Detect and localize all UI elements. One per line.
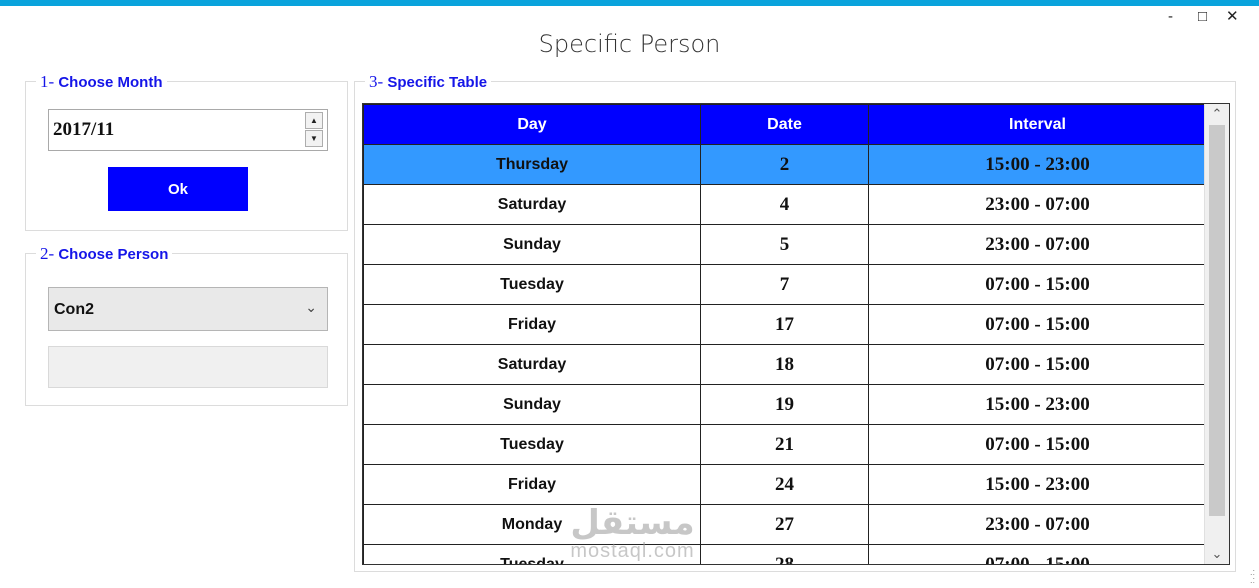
cell-interval[interactable]: 07:00 - 15:00 [868,424,1207,465]
cell-day[interactable]: Monday [363,504,701,545]
table-row[interactable]: Tuesday 21 07:00 - 15:00 [363,424,1207,465]
cell-date[interactable]: 18 [700,344,869,385]
specific-table-group: 3- Specific Table Day Date Interval Thur… [354,73,1236,572]
title-bar-accent [0,0,1259,6]
resize-grip-icon[interactable]: .:.: [1250,568,1255,585]
table-row[interactable]: Friday 24 15:00 - 23:00 [363,464,1207,505]
cell-date[interactable]: 27 [700,504,869,545]
table-row[interactable]: Tuesday 28 07:00 - 15:00 [363,544,1207,564]
cell-date[interactable]: 19 [700,384,869,425]
month-spinner: ▲ ▼ [305,112,323,148]
month-value[interactable]: 2017/11 [53,119,114,141]
cell-date[interactable]: 17 [700,304,869,345]
month-picker[interactable]: 2017/11 ▲ ▼ [48,109,328,151]
table-row[interactable]: Saturday 18 07:00 - 15:00 [363,344,1207,385]
spin-down-icon[interactable]: ▼ [305,130,323,147]
person-select-value: Con2 [54,301,94,318]
scroll-up-icon[interactable]: ⌃ [1205,106,1229,122]
choose-person-number: 2- [40,244,55,263]
cell-interval[interactable]: 23:00 - 07:00 [868,224,1207,265]
scrollbar-thumb[interactable] [1209,125,1225,516]
cell-interval[interactable]: 23:00 - 07:00 [868,504,1207,545]
cell-day[interactable]: Tuesday [363,544,701,564]
choose-person-group: 2- Choose Person Con2 ⌄ [25,245,348,406]
cell-interval[interactable]: 15:00 - 23:00 [868,144,1207,185]
spin-up-icon[interactable]: ▲ [305,112,323,129]
cell-day[interactable]: Saturday [363,184,701,225]
cell-interval[interactable]: 07:00 - 15:00 [868,544,1207,564]
table-header-row: Day Date Interval [363,104,1207,145]
person-detail-field [48,346,328,388]
cell-interval[interactable]: 07:00 - 15:00 [868,304,1207,345]
column-header-date[interactable]: Date [700,104,869,145]
person-select[interactable]: Con2 ⌄ [48,287,328,331]
cell-day[interactable]: Sunday [363,224,701,265]
cell-day[interactable]: Friday [363,304,701,345]
cell-day[interactable]: Thursday [363,144,701,185]
cell-day[interactable]: Sunday [363,384,701,425]
vertical-scrollbar[interactable]: ⌃ ⌄ [1204,104,1229,564]
cell-date[interactable]: 4 [700,184,869,225]
ok-button[interactable]: Ok [108,167,248,211]
table-row[interactable]: Sunday 5 23:00 - 07:00 [363,224,1207,265]
choose-month-legend: 1- Choose Month [36,73,167,92]
scroll-down-icon[interactable]: ⌄ [1205,546,1229,562]
cell-date[interactable]: 28 [700,544,869,564]
cell-day[interactable]: Tuesday [363,424,701,465]
cell-date[interactable]: 21 [700,424,869,465]
cell-date[interactable]: 5 [700,224,869,265]
cell-day[interactable]: Friday [363,464,701,505]
chevron-down-icon[interactable]: ⌄ [305,299,317,316]
table-row[interactable]: Sunday 19 15:00 - 23:00 [363,384,1207,425]
minimize-button[interactable]: - [1168,8,1173,26]
choose-month-group: 1- Choose Month 2017/11 ▲ ▼ Ok [25,73,348,231]
choose-month-number: 1- [40,72,55,91]
choose-person-legend: 2- Choose Person [36,244,173,264]
window-title: Specific Person [538,30,721,58]
table-row[interactable]: Monday 27 23:00 - 07:00 [363,504,1207,545]
specific-table-label: Specific Table [387,74,488,91]
choose-person-label: Choose Person [58,246,169,263]
table-row[interactable]: Tuesday 7 07:00 - 15:00 [363,264,1207,305]
close-button[interactable]: ✕ [1226,8,1239,26]
choose-month-label: Choose Month [58,74,163,91]
cell-date[interactable]: 2 [700,144,869,185]
cell-date[interactable]: 24 [700,464,869,505]
cell-interval[interactable]: 15:00 - 23:00 [868,384,1207,425]
column-header-day[interactable]: Day [363,104,701,145]
cell-interval[interactable]: 23:00 - 07:00 [868,184,1207,225]
schedule-table: Day Date Interval Thursday 2 15:00 - 23:00… [363,104,1207,564]
cell-interval[interactable]: 07:00 - 15:00 [868,344,1207,385]
maximize-button[interactable]: □ [1198,8,1207,26]
cell-day[interactable]: Saturday [363,344,701,385]
column-header-interval[interactable]: Interval [868,104,1207,145]
table-row[interactable]: Friday 17 07:00 - 15:00 [363,304,1207,345]
cell-date[interactable]: 7 [700,264,869,305]
cell-interval[interactable]: 07:00 - 15:00 [868,264,1207,305]
specific-table-legend: 3- Specific Table [365,72,492,92]
table-row[interactable]: Thursday 2 15:00 - 23:00 [363,144,1207,185]
schedule-grid[interactable]: Day Date Interval Thursday 2 15:00 - 23:00… [362,103,1230,565]
table-row[interactable]: Saturday 4 23:00 - 07:00 [363,184,1207,225]
specific-table-number: 3- [369,72,384,91]
cell-interval[interactable]: 15:00 - 23:00 [868,464,1207,505]
cell-day[interactable]: Tuesday [363,264,701,305]
